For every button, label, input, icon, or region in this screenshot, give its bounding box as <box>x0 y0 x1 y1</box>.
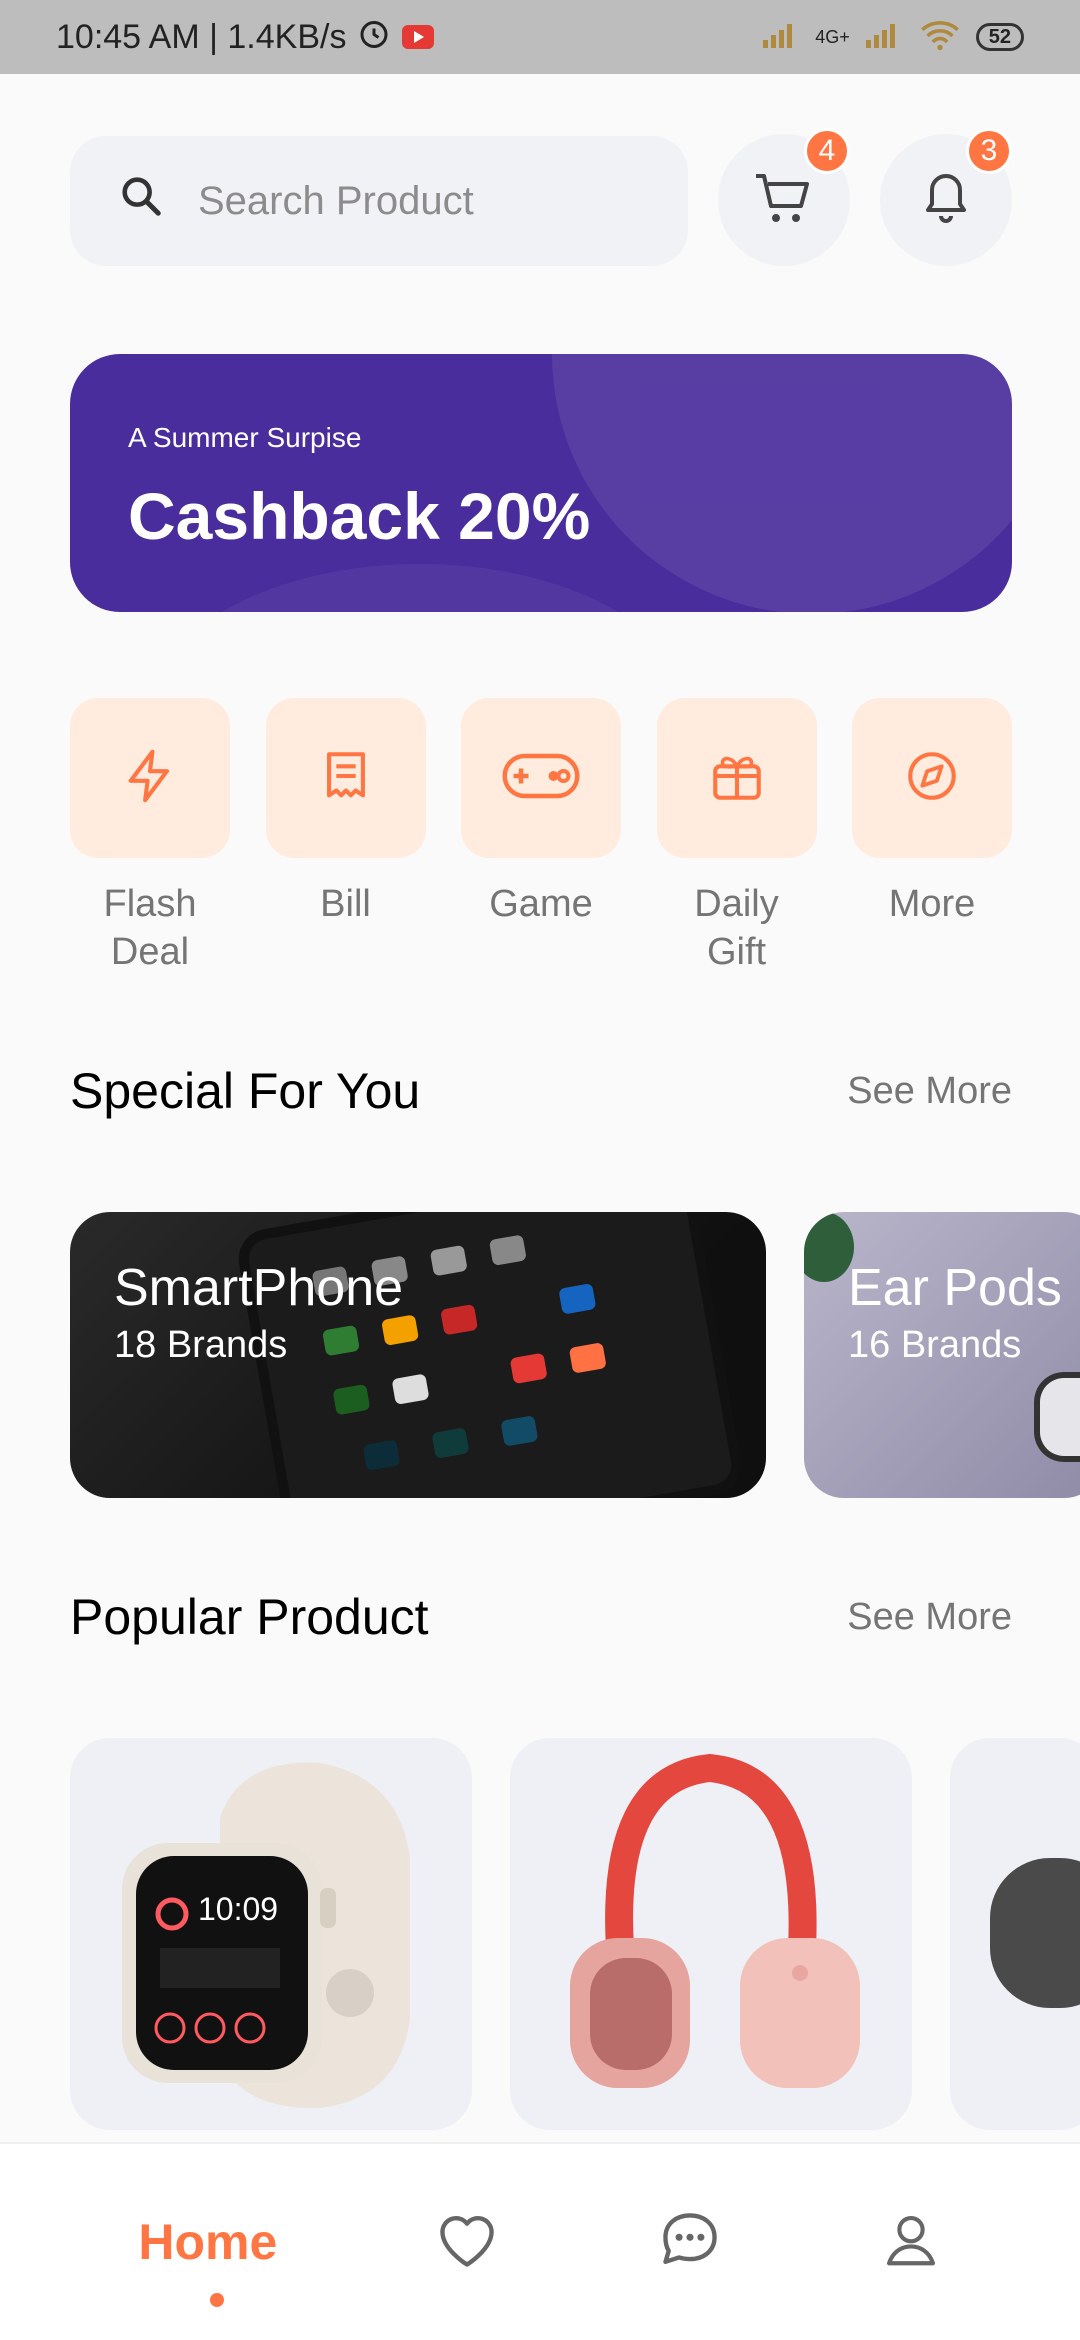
banner-decoration <box>552 354 1012 612</box>
banner-decoration-2 <box>150 564 690 612</box>
category-icon-box <box>265 698 426 858</box>
heart-icon <box>434 2215 500 2274</box>
cart-button[interactable]: 4 <box>718 128 850 266</box>
tablet-image <box>245 1212 735 1498</box>
app-icon <box>500 1415 539 1447</box>
app-icon <box>431 1427 470 1459</box>
cart-badge: 4 <box>804 128 850 174</box>
status-left: 10:45 AM | 1.4KB/s <box>56 15 435 60</box>
popular-section-title: Popular Product <box>70 1589 429 1645</box>
special-card-smartphone[interactable]: SmartPhone 18 Brands <box>70 1212 766 1498</box>
special-card-subtitle: 18 Brands <box>114 1324 288 1366</box>
search-bar[interactable]: Search Product <box>70 136 688 266</box>
category-icon-box <box>852 698 1012 858</box>
app-icon <box>440 1303 479 1336</box>
notification-button[interactable]: 3 <box>880 128 1012 266</box>
screen: 10:45 AM | 1.4KB/s 4G+ 52 Search Product <box>0 0 1080 2340</box>
category-flash-deal[interactable]: Flash Deal <box>70 698 230 976</box>
bill-icon <box>317 747 375 810</box>
special-section-title: Special For You <box>70 1063 421 1119</box>
app-icon <box>381 1314 420 1346</box>
category-label: Daily Gift <box>694 883 779 973</box>
wifi-icon <box>918 19 962 56</box>
game-controller-icon <box>501 748 581 809</box>
battery-indicator: 52 <box>975 23 1024 51</box>
banner-subtitle: A Summer Surpise <box>128 422 362 453</box>
category-label: Bill <box>320 883 371 925</box>
status-time: 10:45 AM | 1.4KB/s <box>56 17 347 56</box>
app-icon <box>568 1342 607 1374</box>
category-row: Flash Deal Bill Game Daily Gift More <box>70 698 1012 976</box>
app-icon <box>509 1352 548 1385</box>
status-right: 4G+ 52 <box>761 19 1024 56</box>
category-icon-box <box>461 698 621 858</box>
youtube-icon <box>402 25 435 49</box>
gift-icon <box>708 747 766 810</box>
earpods-image <box>1034 1372 1080 1462</box>
app-icon <box>322 1324 361 1357</box>
chat-bubble-icon <box>657 2212 723 2274</box>
product-image-partial <box>990 1858 1080 2008</box>
category-game[interactable]: Game <box>461 698 621 976</box>
signal-icon <box>761 20 801 55</box>
headphones-image <box>570 1753 860 2088</box>
category-label: More <box>888 883 976 925</box>
promo-banner[interactable]: A Summer Surpise Cashback 20% <box>70 354 1012 612</box>
nav-profile[interactable] <box>880 2209 942 2276</box>
app-icon <box>332 1383 371 1416</box>
search-icon <box>118 173 164 229</box>
app-icon <box>558 1283 597 1315</box>
app-icon <box>362 1439 401 1472</box>
bottom-navigation: Home <box>0 2142 1080 2340</box>
nav-home-label: Home <box>138 2214 278 2270</box>
app-icon <box>488 1234 527 1266</box>
svg-text:10:09: 10:09 <box>198 1891 278 1927</box>
nav-chat[interactable] <box>657 2210 723 2275</box>
banner-title: Cashback 20% <box>128 479 591 553</box>
plant-image <box>804 1212 854 1282</box>
notification-badge: 3 <box>966 128 1012 174</box>
compass-icon <box>903 747 961 810</box>
special-card-title: SmartPhone <box>114 1259 404 1317</box>
nav-favorites[interactable] <box>434 2210 500 2275</box>
product-card-watch[interactable]: 10:09 <box>70 1738 472 2130</box>
app-icon <box>429 1244 468 1277</box>
cart-icon <box>752 169 816 232</box>
watch-image: 10:09 <box>122 1762 410 2109</box>
special-card-title: Ear Pods <box>848 1259 1062 1317</box>
alarm-icon <box>356 15 392 60</box>
nav-home[interactable]: Home <box>138 2213 278 2307</box>
category-icon-box <box>70 698 230 858</box>
product-card-partial[interactable] <box>950 1738 1080 2130</box>
search-placeholder: Search Product <box>198 178 474 223</box>
network-type: 4G+ <box>815 26 850 47</box>
flash-icon <box>121 747 179 810</box>
category-daily-gift[interactable]: Daily Gift <box>656 698 817 976</box>
popular-see-more-link[interactable]: See More <box>847 1596 1012 1639</box>
special-see-more-link[interactable]: See More <box>847 1070 1012 1113</box>
category-label: Flash Deal <box>103 883 197 973</box>
category-icon-box <box>656 698 817 858</box>
app-icon <box>391 1373 430 1405</box>
signal-2-icon <box>864 20 904 55</box>
category-bill[interactable]: Bill <box>265 698 426 976</box>
special-card-ear-pods[interactable]: Ear Pods 16 Brands <box>804 1212 1080 1498</box>
status-bar: 10:45 AM | 1.4KB/s 4G+ 52 <box>0 0 1080 74</box>
category-more[interactable]: More <box>852 698 1012 976</box>
category-label: Game <box>489 883 593 925</box>
user-icon <box>880 2215 942 2275</box>
active-indicator <box>210 2293 225 2307</box>
product-card-headphones[interactable] <box>510 1738 912 2130</box>
bell-icon <box>921 170 971 231</box>
special-card-subtitle: 16 Brands <box>848 1324 1022 1366</box>
